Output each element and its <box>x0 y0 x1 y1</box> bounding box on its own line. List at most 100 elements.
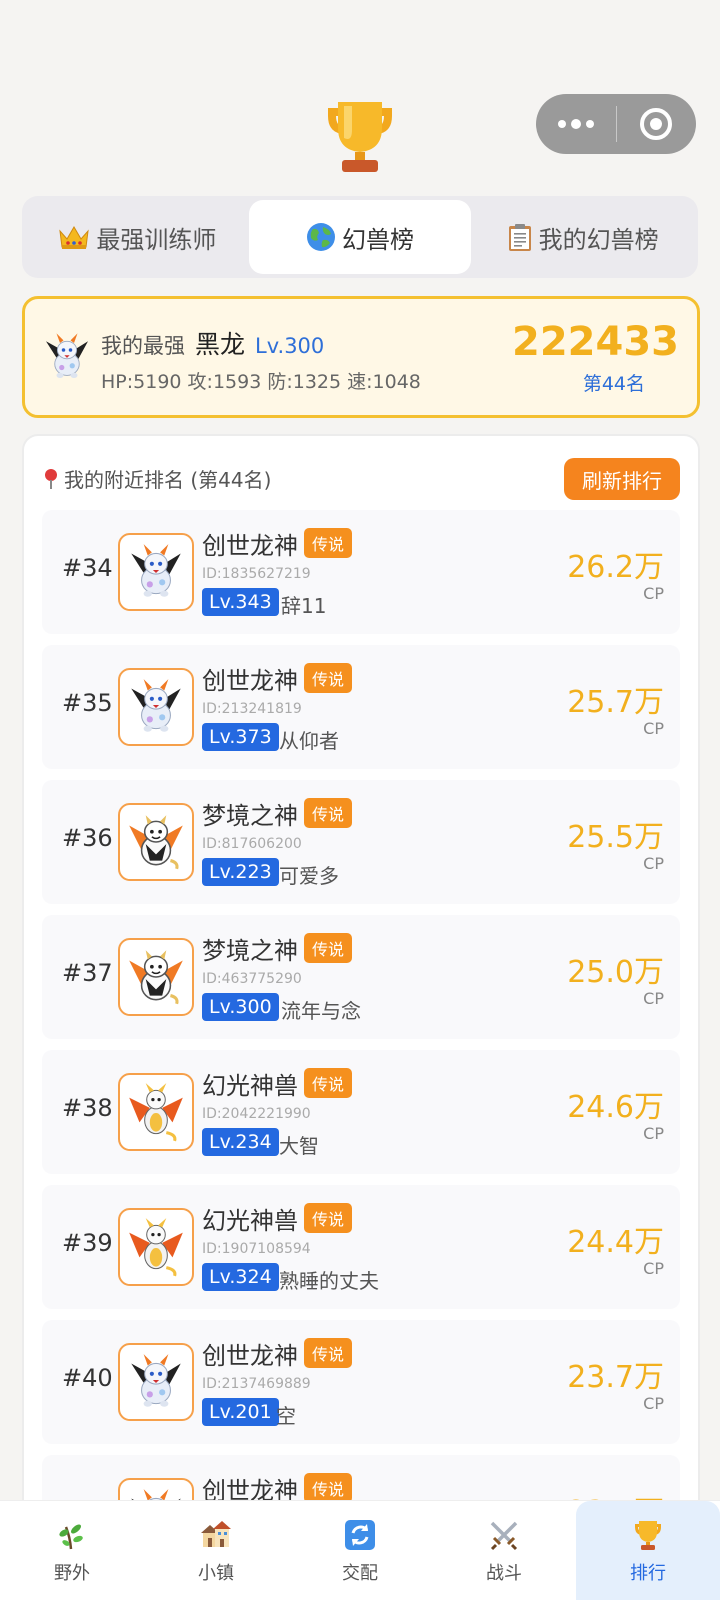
cp-label: CP <box>643 989 664 1008</box>
cp-label: CP <box>643 1259 664 1278</box>
owner-name: 空 <box>276 1404 296 1428</box>
nav-town[interactable]: 小镇 <box>144 1501 288 1600</box>
pet-avatar <box>118 803 194 881</box>
ranking-row[interactable]: #38 幻光神兽 传说 ID:2042221990 Lv.234 大智 24.6… <box>42 1050 680 1174</box>
nav-label: 交配 <box>342 1562 378 1584</box>
ranking-list: #34 创世龙神 传说 ID:1835627219 Lv.343 辞11 26.… <box>42 510 680 1590</box>
my-best-prefix: 我的最强 <box>101 334 185 358</box>
pet-name: 创世龙神 <box>202 1342 298 1370</box>
ranking-row[interactable]: #36 梦境之神 传说 ID:817606200 Lv.223 可爱多 25.5… <box>42 780 680 904</box>
ranking-row[interactable]: #39 幻光神兽 传说 ID:1907108594 Lv.324 熟睡的丈夫 2… <box>42 1185 680 1309</box>
tab-trainer-ranking[interactable]: 最强训练师 <box>26 200 249 274</box>
owner-name: 流年与念 <box>281 999 361 1023</box>
crown-icon <box>59 226 90 249</box>
globe-icon <box>307 223 335 251</box>
ranking-row[interactable]: #35 创世龙神 传说 ID:213241819 Lv.373 从仰者 25.7… <box>42 645 680 769</box>
cycle-icon <box>342 1517 378 1553</box>
rank-number: #40 <box>62 1364 113 1392</box>
owner-name: 熟睡的丈夫 <box>279 1269 379 1293</box>
rarity-badge: 传说 <box>304 1338 353 1368</box>
cp-value: 24.4万 <box>567 1225 664 1260</box>
rarity-badge: 传说 <box>304 1473 353 1503</box>
bottom-navigation: 野外 小镇 交配 战斗 排行 <box>0 1500 720 1600</box>
cp-value: 25.0万 <box>567 955 664 990</box>
pet-id: ID:213241819 <box>202 701 302 717</box>
cp-value: 26.2万 <box>567 550 664 585</box>
cp-value: 23.7万 <box>567 1360 664 1395</box>
my-best-pet-name: 黑龙 <box>195 330 246 359</box>
crossed-swords-icon <box>486 1517 522 1553</box>
nav-wild[interactable]: 野外 <box>0 1501 144 1600</box>
level-badge: Lv.223 <box>202 858 279 886</box>
rank-number: #37 <box>62 959 113 987</box>
cp-label: CP <box>643 1394 664 1413</box>
pet-avatar <box>118 1343 194 1421</box>
my-best-pet-card[interactable]: 我的最强 黑龙 Lv.300 HP:5190 攻:1593 防:1325 速:1… <box>22 296 700 418</box>
rarity-badge: 传说 <box>304 1068 353 1098</box>
tab-label: 最强训练师 <box>96 225 217 254</box>
level-badge: Lv.234 <box>202 1128 279 1156</box>
rarity-badge: 传说 <box>304 663 353 693</box>
rank-number: #36 <box>62 824 113 852</box>
nav-breed[interactable]: 交配 <box>288 1501 432 1600</box>
rarity-badge: 传说 <box>304 1203 353 1233</box>
owner-name: 从仰者 <box>279 729 339 753</box>
cp-label: CP <box>643 1124 664 1143</box>
panel-title: 我的附近排名 (第44名) <box>64 468 272 492</box>
pet-id: ID:2137469889 <box>202 1376 311 1392</box>
sprout-icon <box>54 1517 90 1553</box>
level-badge: Lv.324 <box>202 1263 279 1291</box>
close-button[interactable] <box>617 94 697 154</box>
my-best-score: 222433 <box>512 319 679 365</box>
pet-avatar <box>118 938 194 1016</box>
pet-name: 创世龙神 <box>202 532 298 560</box>
trophy-icon <box>328 102 392 172</box>
trophy-icon <box>630 1517 666 1553</box>
level-badge: Lv.300 <box>202 993 279 1021</box>
rank-number: #38 <box>62 1094 113 1122</box>
cp-value: 24.6万 <box>567 1090 664 1125</box>
ranking-row[interactable]: #37 梦境之神 传说 ID:463775290 Lv.300 流年与念 25.… <box>42 915 680 1039</box>
pet-avatar <box>118 533 194 611</box>
rank-number: #34 <box>62 554 113 582</box>
level-badge: Lv.373 <box>202 723 279 751</box>
rank-number: #39 <box>62 1229 113 1257</box>
nearby-ranking-panel: 我的附近排名 (第44名) 刷新排行 #34 创世龙神 传说 ID:183562… <box>22 434 700 1600</box>
tab-my-pet-ranking[interactable]: 我的幻兽榜 <box>471 200 694 274</box>
location-pin-icon <box>44 468 58 489</box>
tab-label: 幻兽榜 <box>342 225 414 254</box>
ranking-row[interactable]: #34 创世龙神 传说 ID:1835627219 Lv.343 辞11 26.… <box>42 510 680 634</box>
owner-name: 可爱多 <box>279 864 339 888</box>
tab-label: 我的幻兽榜 <box>538 225 659 254</box>
mini-program-capsule <box>536 94 696 154</box>
pet-avatar <box>118 1208 194 1286</box>
nav-ranking[interactable]: 排行 <box>576 1501 720 1600</box>
pet-avatar <box>118 668 194 746</box>
my-best-level: Lv.300 <box>255 334 325 358</box>
pet-id: ID:463775290 <box>202 971 302 987</box>
pet-name: 梦境之神 <box>202 937 298 965</box>
pet-id: ID:1907108594 <box>202 1241 311 1257</box>
cp-label: CP <box>643 584 664 603</box>
cp-label: CP <box>643 719 664 738</box>
pet-id: ID:1835627219 <box>202 566 311 582</box>
cp-label: CP <box>643 854 664 873</box>
my-best-stats: HP:5190 攻:1593 防:1325 速:1048 <box>101 371 421 393</box>
nav-label: 小镇 <box>198 1562 234 1584</box>
pet-name: 幻光神兽 <box>202 1207 298 1235</box>
pet-id: ID:817606200 <box>202 836 302 852</box>
clipboard-icon <box>508 224 531 251</box>
level-badge: Lv.201 <box>202 1398 279 1426</box>
ranking-row[interactable]: #40 创世龙神 传说 ID:2137469889 Lv.201 空 23.7万… <box>42 1320 680 1444</box>
pet-avatar <box>39 329 95 385</box>
cp-value: 25.5万 <box>567 820 664 855</box>
refresh-ranking-button[interactable]: 刷新排行 <box>564 458 680 500</box>
rarity-badge: 传说 <box>304 798 353 828</box>
my-best-rank: 第44名 <box>582 373 645 395</box>
owner-name: 辞11 <box>281 594 327 618</box>
tab-pet-ranking[interactable]: 幻兽榜 <box>248 200 472 274</box>
more-dots-icon <box>557 119 594 129</box>
pet-name: 梦境之神 <box>202 802 298 830</box>
more-button[interactable] <box>536 94 616 154</box>
nav-battle[interactable]: 战斗 <box>432 1501 576 1600</box>
